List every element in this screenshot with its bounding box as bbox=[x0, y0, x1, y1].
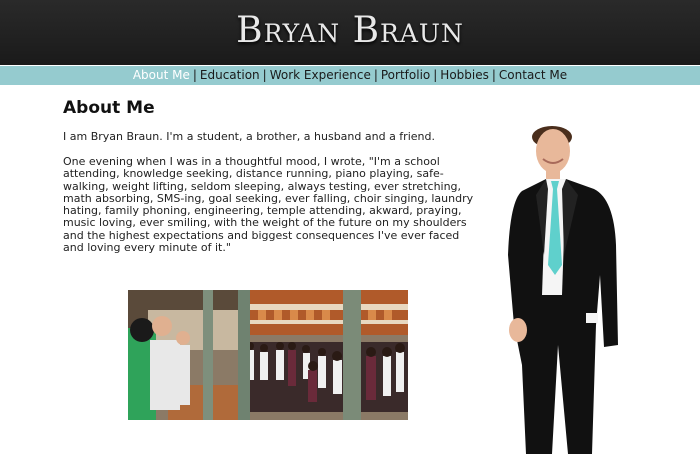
quote-paragraph: One evening when I was in a thoughtful m… bbox=[63, 155, 474, 255]
main-nav: About Me | Education | Work Experience | Portf… bbox=[0, 66, 700, 85]
nav-education[interactable]: Education bbox=[200, 68, 260, 82]
nav-separator: | bbox=[262, 68, 267, 82]
nav-contact-me[interactable]: Contact Me bbox=[499, 68, 567, 82]
nav-work-experience[interactable]: Work Experience bbox=[270, 68, 371, 82]
nav-hobbies[interactable]: Hobbies bbox=[440, 68, 489, 82]
nav-separator: | bbox=[373, 68, 378, 82]
page-title: About Me bbox=[63, 98, 155, 118]
site-header: Bryan Braun bbox=[0, 0, 700, 65]
nav-about-me[interactable]: About Me bbox=[133, 68, 190, 82]
nav-separator: | bbox=[192, 68, 197, 82]
school-assembly-photo bbox=[128, 290, 408, 420]
nav-portfolio[interactable]: Portfolio bbox=[381, 68, 430, 82]
site-title[interactable]: Bryan Braun bbox=[0, 10, 700, 51]
intro-paragraph: I am Bryan Braun. I'm a student, a broth… bbox=[63, 130, 435, 143]
school-assembly-illustration bbox=[128, 290, 408, 420]
nav-separator: | bbox=[491, 68, 496, 82]
nav-separator: | bbox=[433, 68, 438, 82]
bryan-portrait bbox=[508, 125, 623, 454]
portrait-illustration bbox=[508, 126, 618, 454]
